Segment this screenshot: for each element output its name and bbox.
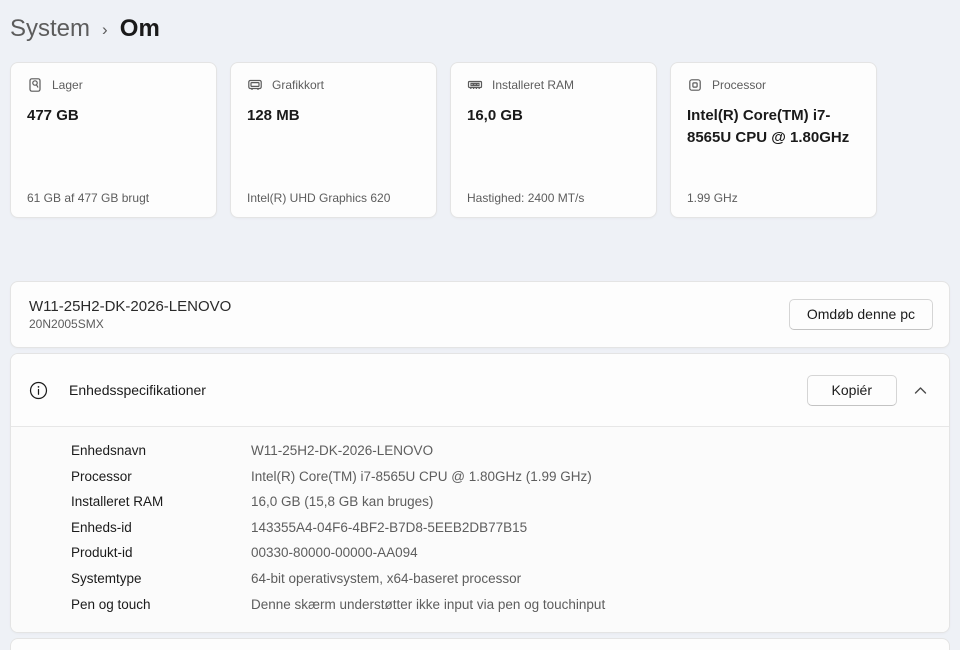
device-specifications-header[interactable]: Enhedsspecifikationer Kopiér	[11, 354, 949, 426]
rename-pc-button[interactable]: Omdøb denne pc	[788, 299, 933, 330]
spec-value: 143355A4-04F6-4BF2-B7D8-5EEB2DB77B15	[251, 519, 528, 535]
processor-card-header: Processor	[687, 77, 860, 93]
spec-row-processor: Processor Intel(R) Core(TM) i7-8565U CPU…	[71, 464, 931, 490]
ram-card-footer: Hastighed: 2400 MT/s	[467, 191, 585, 205]
settings-about-page: System › Om Lager 477 GB 61 GB af 477 GB…	[0, 0, 960, 650]
device-text: W11-25H2-DK-2026-LENOVO 20N2005SMX	[29, 298, 231, 331]
breadcrumb: System › Om	[10, 8, 950, 48]
spec-row-installed-ram: Installeret RAM 16,0 GB (15,8 GB kan bru…	[71, 489, 931, 515]
ram-card-value: 16,0 GB	[467, 107, 523, 124]
ram-card: Installeret RAM 16,0 GB Hastighed: 2400 …	[450, 62, 657, 218]
device-specifications-body: Enhedsnavn W11-25H2-DK-2026-LENOVO Proce…	[11, 427, 949, 633]
spec-label: Produkt-id	[71, 545, 133, 561]
page-title: Om	[119, 15, 161, 42]
spec-value: W11-25H2-DK-2026-LENOVO	[251, 443, 434, 458]
ram-card-header: Installeret RAM	[467, 77, 640, 93]
spec-label: Enhedsnavn	[71, 443, 147, 458]
device-name-card: W11-25H2-DK-2026-LENOVO 20N2005SMX Omdøb…	[10, 281, 950, 348]
spec-value: 64-bit operativsystem, x64-baseret proce…	[251, 570, 522, 586]
spec-value: Intel(R) Core(TM) i7-8565U CPU @ 1.80GHz…	[251, 468, 592, 484]
spec-label: Installeret RAM	[71, 494, 164, 510]
device-model: 20N2005SMX	[29, 317, 104, 331]
spec-row-pen-touch: Pen og touch Denne skærm understøtter ik…	[71, 592, 931, 618]
cpu-icon	[689, 79, 701, 91]
spec-value: 00330-80000-00000-AA094	[251, 545, 418, 561]
collapse-button[interactable]	[910, 382, 931, 399]
spec-label: Enheds-id	[71, 519, 132, 535]
breadcrumb-separator-icon: ›	[102, 20, 108, 39]
spec-label: Processor	[71, 468, 132, 484]
info-icon	[29, 381, 48, 399]
graphics-card-footer: Intel(R) UHD Graphics 620	[247, 191, 391, 205]
processor-card-footer: 1.99 GHz	[687, 191, 738, 205]
graphics-card-label: Grafikkort	[272, 78, 325, 92]
ram-card-label: Installeret RAM	[492, 78, 575, 92]
spec-row-device-name: Enhedsnavn W11-25H2-DK-2026-LENOVO	[71, 438, 931, 464]
storage-icon	[29, 78, 41, 92]
chevron-up-icon	[914, 386, 927, 394]
spec-label: Systemtype	[71, 570, 142, 586]
processor-card-value: Intel(R) Core(TM) i7-8565U CPU @ 1.80GHz	[687, 107, 850, 146]
spec-row-system-type: Systemtype 64-bit operativsystem, x64-ba…	[71, 566, 931, 592]
graphics-card-value: 128 MB	[247, 107, 300, 124]
spec-row-product-id: Produkt-id 00330-80000-00000-AA094	[71, 540, 931, 566]
spec-label: Pen og touch	[71, 596, 151, 612]
graphics-card: Grafikkort 128 MB Intel(R) UHD Graphics …	[230, 62, 437, 218]
storage-card-value: 477 GB	[27, 107, 79, 124]
storage-card-label: Lager	[52, 78, 83, 92]
storage-card-footer: 61 GB af 477 GB brugt	[27, 191, 150, 205]
breadcrumb-system-link[interactable]: System	[10, 15, 90, 43]
spec-value: 16,0 GB (15,8 GB kan bruges)	[251, 494, 434, 510]
gpu-icon	[248, 79, 262, 90]
storage-card: Lager 477 GB 61 GB af 477 GB brugt	[10, 62, 217, 218]
ram-icon	[467, 80, 483, 89]
device-name: W11-25H2-DK-2026-LENOVO	[29, 298, 232, 315]
device-specifications-expander: Enhedsspecifikationer Kopiér Enhedsnavn …	[10, 353, 950, 634]
copy-button[interactable]: Kopiér	[806, 374, 897, 406]
spec-value: Denne skærm understøtter ikke input via …	[251, 596, 606, 612]
summary-cards-row: Lager 477 GB 61 GB af 477 GB brugt Grafi…	[10, 62, 950, 218]
spec-row-device-id: Enheds-id 143355A4-04F6-4BF2-B7D8-5EEB2D…	[71, 515, 931, 541]
graphics-card-header: Grafikkort	[247, 77, 420, 93]
next-section-card-edge	[10, 638, 950, 650]
processor-card-label: Processor	[712, 78, 767, 92]
device-specifications-title: Enhedsspecifikationer	[69, 382, 206, 398]
processor-card: Processor Intel(R) Core(TM) i7-8565U CPU…	[670, 62, 877, 218]
storage-card-header: Lager	[27, 77, 200, 93]
